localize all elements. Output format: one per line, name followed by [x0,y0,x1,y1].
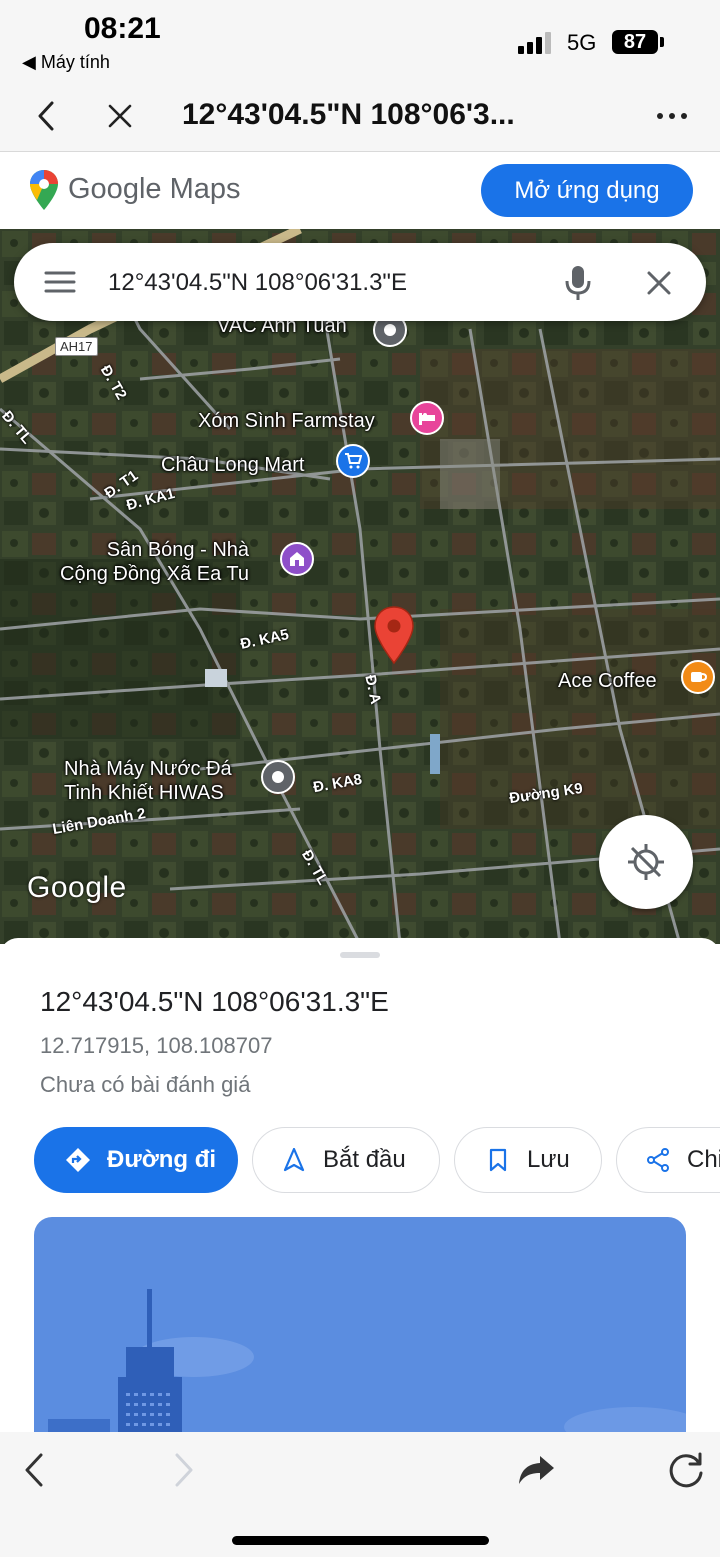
directions-label: Đường đi [107,1146,217,1173]
navigation-icon [281,1147,307,1173]
start-button[interactable]: Bắt đầu [252,1127,440,1193]
start-label: Bắt đầu [323,1146,406,1173]
hotel-icon[interactable] [410,401,444,435]
open-app-button[interactable]: Mở ứng dụng [481,164,693,217]
close-icon[interactable] [100,96,140,136]
forward-icon[interactable] [160,1446,208,1494]
chevron-left-icon[interactable] [26,96,66,136]
shopping-cart-icon[interactable] [336,444,370,478]
menu-icon[interactable] [44,270,76,294]
battery-nub [660,37,664,47]
browser-header: 12°43'04.5"N 108°06'3... [0,80,720,152]
city-illustration [48,1289,686,1447]
network-type: 5G [567,30,597,55]
place-sheet: 12°43'04.5"N 108°06'31.3"E 12.717915, 10… [0,938,720,1447]
home-indicator[interactable] [232,1536,489,1545]
map-view[interactable]: AH17 VAC Anh Tuấn Xóm Sình Farmstay Châu… [0,229,720,944]
location-pin-icon[interactable] [372,605,416,665]
directions-icon [65,1147,91,1173]
back-to-app-link[interactable]: ◀ Máy tính [22,52,110,73]
bookmark-icon [485,1147,511,1173]
status-bar: 08:21 ◀ Máy tính 5G 87 [0,0,720,80]
google-maps-wordmark: Google Maps [68,173,241,205]
coffee-icon[interactable] [681,660,715,694]
search-bar[interactable]: 12°43'04.5"N 108°06'31.3"E [14,243,706,321]
street-view-preview[interactable] [34,1217,686,1447]
reload-icon[interactable] [662,1446,710,1494]
poi-label[interactable]: Sân Bóng - Nhà Cộng Đồng Xã Ea Tu [60,538,249,586]
browser-toolbar [0,1432,720,1557]
poi-label[interactable]: Ace Coffee [558,670,657,693]
place-coordinates: 12.717915, 108.108707 [40,1033,273,1058]
my-location-button[interactable] [599,815,693,909]
place-pin-icon[interactable] [261,760,295,794]
status-time: 08:21 [84,12,161,45]
sheet-handle[interactable] [340,952,380,958]
more-horizontal-icon[interactable] [652,96,692,136]
poi-label[interactable]: Châu Long Mart [161,454,304,477]
share-button[interactable]: Chi [616,1127,720,1193]
signal-icon [518,32,551,54]
google-watermark: Google [27,871,127,904]
clear-icon[interactable] [646,270,672,296]
save-button[interactable]: Lưu [454,1127,602,1193]
battery-icon: 87 [612,30,658,54]
share-icon [645,1147,671,1173]
share-arrow-icon[interactable] [512,1446,560,1494]
search-input[interactable]: 12°43'04.5"N 108°06'31.3"E [108,269,407,297]
place-reviews: Chưa có bài đánh giá [40,1072,251,1097]
back-icon[interactable] [10,1446,58,1494]
directions-button[interactable]: Đường đi [34,1127,238,1193]
microphone-icon[interactable] [565,265,591,301]
share-label: Chi [687,1146,720,1173]
poi-label[interactable]: Nhà Máy Nước Đá Tinh Khiết HIWAS [64,757,232,805]
place-title: 12°43'04.5"N 108°06'31.3"E [40,986,389,1017]
poi-label[interactable]: Xóm Sình Farmstay [198,410,375,433]
save-label: Lưu [527,1146,570,1173]
route-badge: AH17 [55,337,98,356]
community-icon[interactable] [280,542,314,576]
location-disabled-icon [628,844,664,880]
google-maps-logo-icon [30,170,58,210]
page-title: 12°43'04.5"N 108°06'3... [182,98,515,131]
